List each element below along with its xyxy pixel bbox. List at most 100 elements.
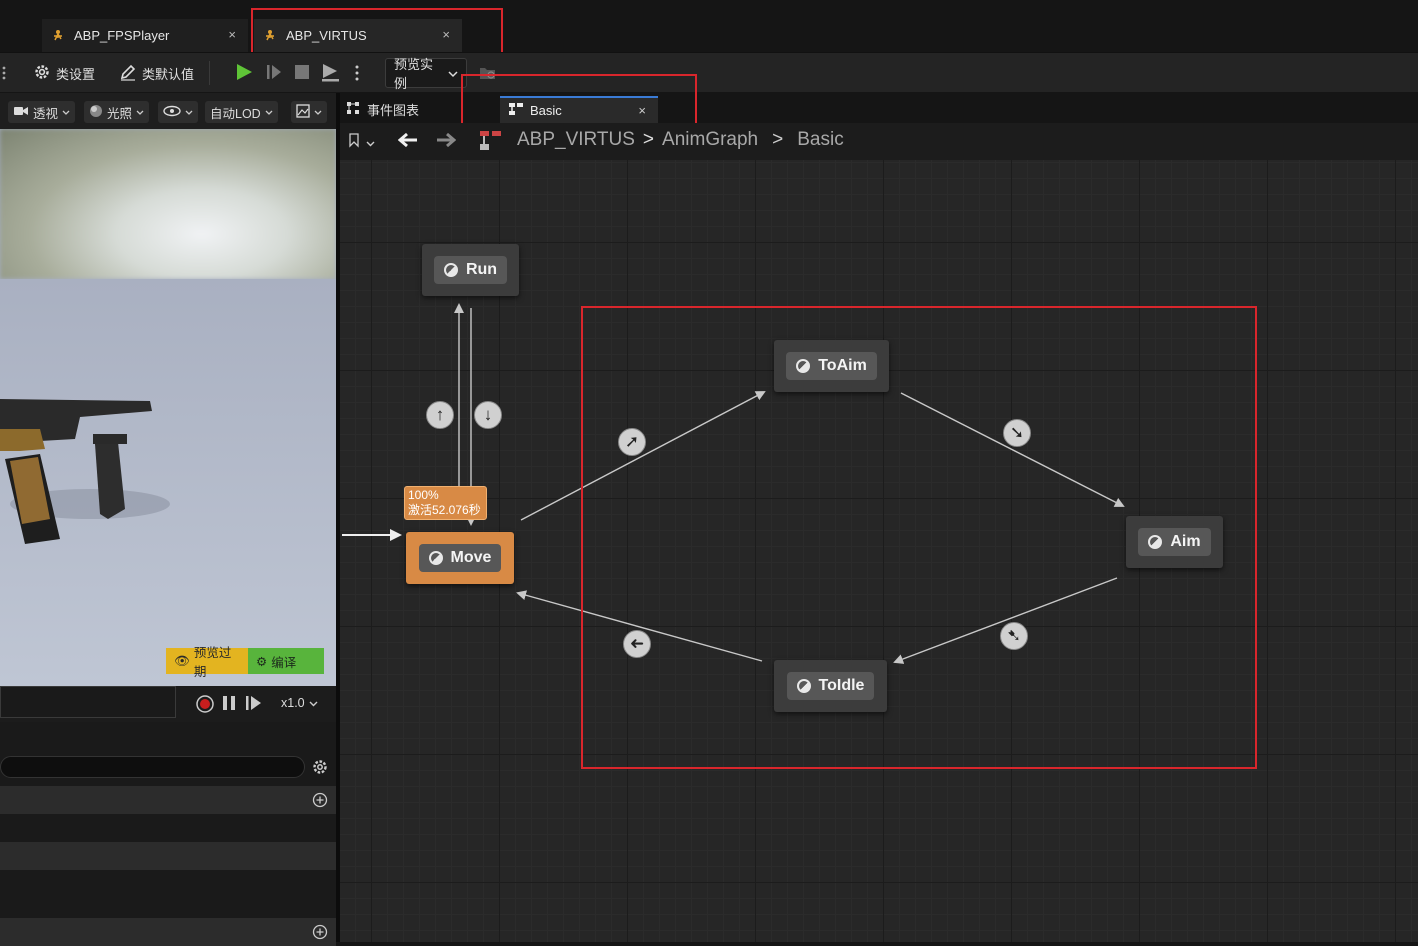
preview-outdated-badge: 👁 预览过期 <box>166 646 248 679</box>
state-node-run[interactable]: Run <box>422 244 519 296</box>
eject-play-icon <box>320 62 340 85</box>
show-dropdown[interactable] <box>158 101 198 123</box>
toolbar-grip-icon <box>2 61 8 85</box>
viewport-toolbar: 透视 光照 自动LOD <box>0 93 336 129</box>
breadcrumb: ABP_VIRTUS > AnimGraph > Basic <box>517 129 844 151</box>
search-input[interactable] <box>0 756 305 778</box>
state-icon <box>443 263 458 277</box>
timeline-scrubber[interactable] <box>0 686 176 718</box>
chevron-down-icon <box>309 696 318 710</box>
state-active-time: 激活52.076秒 <box>408 503 481 517</box>
back-button[interactable] <box>397 132 418 153</box>
lighting-label: 光照 <box>107 106 133 121</box>
breadcrumb-separator: > <box>772 129 784 150</box>
state-node-move[interactable]: Move <box>406 532 514 584</box>
main-toolbar: 类设置 类默认值 预览实例 <box>0 52 1418 92</box>
breadcrumb-item-basic[interactable]: Basic <box>797 129 843 151</box>
simulate-button[interactable] <box>320 61 340 85</box>
viewport-background <box>0 129 336 279</box>
class-defaults-label: 类默认值 <box>142 66 195 82</box>
arrow-left-icon <box>397 132 418 152</box>
breadcrumb-item-animgraph[interactable]: AnimGraph <box>662 129 758 151</box>
doc-tab-label: ABP_FPSPlayer <box>74 28 170 43</box>
transition-rule-up-icon[interactable]: ↑ <box>426 401 454 429</box>
forward-button[interactable] <box>436 132 457 153</box>
stop-icon <box>292 62 312 85</box>
auto-lod-label: 自动LOD <box>210 106 261 121</box>
viewport-options-dropdown[interactable] <box>291 101 327 123</box>
chevron-down-icon <box>314 105 322 119</box>
perspective-dropdown[interactable]: 透视 <box>8 101 76 123</box>
playback-speed-dropdown[interactable]: x1.0 <box>281 696 318 710</box>
chevron-down-icon <box>136 105 144 119</box>
chevron-down-icon <box>62 105 70 119</box>
play-icon <box>234 62 254 85</box>
graph-tab-bar: 事件图表 Basic × <box>340 74 1418 132</box>
lighting-dropdown[interactable]: 光照 <box>84 101 150 123</box>
property-row[interactable] <box>0 842 336 870</box>
class-settings-button[interactable]: 类设置 <box>33 61 95 85</box>
step-forward-button[interactable] <box>245 694 263 717</box>
compile-label: 编译 <box>271 655 297 670</box>
bookmark-icon <box>348 132 360 153</box>
auto-lod-dropdown[interactable]: 自动LOD <box>205 101 278 123</box>
gear-icon: ⚙ <box>256 654 268 669</box>
weapon-mesh <box>0 389 170 569</box>
play-button[interactable] <box>234 61 254 85</box>
document-tab-bar: ABP_FPSPlayer × ABP_VIRTUS × <box>0 0 1418 54</box>
chevron-down-icon <box>265 105 273 119</box>
preview-instance-label: 预览实例 <box>394 57 434 91</box>
camera-icon <box>13 105 29 120</box>
state-machine-graph[interactable]: ↑ ↓ ➚ ➘ ➷ ➜ Run 100% 激活52.076秒 Move ToAi… <box>340 160 1418 942</box>
property-category-row[interactable] <box>0 786 336 814</box>
play-options-icon[interactable] <box>354 61 360 85</box>
pause-button[interactable] <box>221 694 237 717</box>
lit-sphere-icon <box>89 104 103 121</box>
tab-label: 事件图表 <box>367 103 420 118</box>
transition-rule-down-icon[interactable]: ↓ <box>474 401 502 429</box>
toolbar-divider <box>209 61 210 85</box>
highlight-box <box>581 306 1257 769</box>
breadcrumb-separator: > <box>642 129 655 150</box>
eye-icon <box>163 105 181 120</box>
state-title-plate: Run <box>433 256 508 284</box>
state-label: Move <box>450 549 492 566</box>
chevron-down-icon <box>366 134 375 152</box>
highlight-box <box>251 8 503 54</box>
doc-tab-abp-fpsplayer[interactable]: ABP_FPSPlayer × <box>42 19 248 52</box>
step-button[interactable] <box>264 61 284 85</box>
preview-viewport[interactable]: 👁 预览过期 ⚙ 编译 <box>0 129 336 686</box>
tab-event-graph[interactable]: 事件图表 <box>346 100 419 119</box>
graph-icon <box>346 101 360 118</box>
timeline-bar: x1.0 <box>0 686 336 722</box>
playback-speed-label: x1.0 <box>281 696 305 710</box>
details-panel <box>0 722 336 946</box>
state-icon <box>428 551 443 565</box>
image-settings-icon <box>296 103 310 121</box>
state-label: Run <box>465 261 498 278</box>
gear-icon <box>33 63 51 84</box>
state-debug-tooltip: 100% 激活52.076秒 <box>404 486 487 520</box>
anim-blueprint-icon <box>50 28 66 44</box>
arrow-right-icon <box>436 132 457 152</box>
state-title-plate: Move <box>418 544 502 572</box>
chevron-down-icon <box>448 66 458 81</box>
chevron-down-icon <box>185 105 193 119</box>
settings-gear-icon[interactable] <box>311 758 329 781</box>
state-weight: 100% <box>408 488 439 502</box>
graph-breadcrumb-bar: ABP_VIRTUS > AnimGraph > Basic <box>340 123 1418 160</box>
preview-instance-dropdown[interactable]: 预览实例 <box>385 57 467 91</box>
eye-icon: 👁 <box>174 653 190 668</box>
bookmark-dropdown[interactable] <box>348 132 375 153</box>
add-icon[interactable] <box>312 792 328 813</box>
state-machine-icon <box>479 130 503 157</box>
close-icon[interactable]: × <box>228 27 236 42</box>
class-defaults-button[interactable]: 类默认值 <box>119 61 194 85</box>
class-settings-label: 类设置 <box>56 66 96 82</box>
compile-button[interactable]: ⚙ 编译 <box>248 648 324 674</box>
preview-outdated-label: 预览过期 <box>193 646 232 679</box>
edit-icon <box>119 63 137 84</box>
record-button[interactable] <box>195 694 215 719</box>
breadcrumb-item-abp-virtus[interactable]: ABP_VIRTUS <box>517 129 635 151</box>
stop-button[interactable] <box>292 61 312 85</box>
